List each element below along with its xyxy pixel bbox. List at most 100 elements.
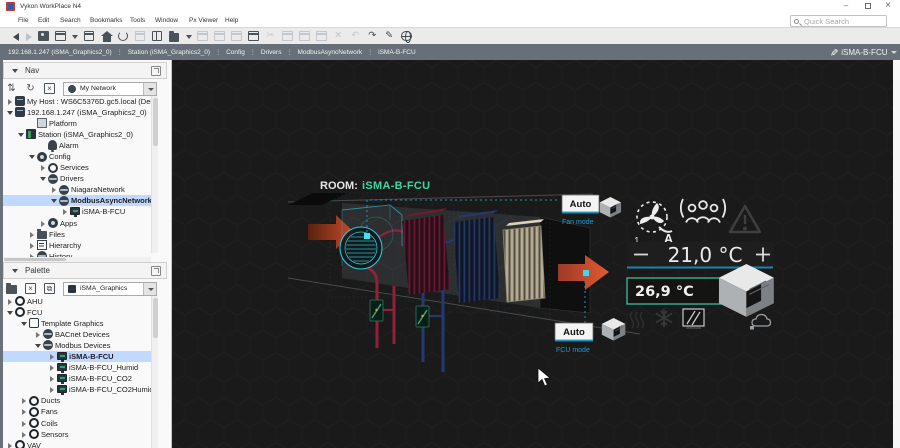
palette-item-isma-b-fcu-co2[interactable]: iSMA-B-FCU_CO2 bbox=[3, 373, 151, 384]
palette-close-icon[interactable]: × bbox=[25, 283, 36, 294]
palette-module-combo[interactable]: iSMA_Graphics bbox=[63, 282, 157, 296]
nav-refresh-icon[interactable]: ↻ bbox=[25, 83, 36, 94]
breadcrumb-station[interactable]: Station (iSMA_Graphics2_0) bbox=[128, 49, 210, 56]
open-folder-caret-icon[interactable] bbox=[186, 30, 191, 42]
web-launch-icon[interactable] bbox=[401, 31, 412, 42]
palette-collapse-icon[interactable] bbox=[12, 269, 18, 273]
palette-vscrollbar[interactable] bbox=[151, 296, 158, 448]
nav-item-drivers[interactable]: Drivers bbox=[3, 173, 151, 184]
nav-item-files[interactable]: Files bbox=[3, 229, 151, 240]
menu-px-viewer[interactable]: Px Viewer bbox=[189, 17, 218, 24]
breadcrumb-drivers[interactable]: Drivers bbox=[261, 49, 282, 56]
open-folder-icon[interactable] bbox=[169, 33, 180, 42]
side-bar-icon[interactable] bbox=[152, 31, 163, 42]
nav-item-hierarchy[interactable]: Hierarchy bbox=[3, 240, 151, 251]
breadcrumb-device[interactable]: iSMA-B-FCU bbox=[378, 49, 416, 56]
menu-window[interactable]: Window bbox=[155, 17, 178, 24]
nav-item-my-host-ws6c5376d-gc5-local-demofromappointm[interactable]: My Host : WS6C5376D.gc5.local (DemoFromA… bbox=[3, 96, 151, 107]
nav-item-config[interactable]: Config bbox=[3, 151, 151, 162]
tree-expand-icon[interactable] bbox=[29, 229, 37, 240]
tree-expand-icon[interactable] bbox=[21, 429, 29, 440]
tree-expand-icon[interactable] bbox=[18, 129, 26, 140]
palette-item-vav[interactable]: VAV bbox=[3, 440, 151, 448]
nav-item-platform[interactable]: Platform bbox=[3, 118, 151, 129]
palette-item-fans[interactable]: Fans bbox=[3, 406, 151, 417]
palette-item-isma-b-fcu[interactable]: iSMA-B-FCU bbox=[3, 351, 151, 362]
menu-file[interactable]: File bbox=[18, 17, 28, 24]
tree-expand-icon[interactable] bbox=[35, 329, 43, 340]
tree-expand-icon[interactable] bbox=[21, 395, 29, 406]
tree-expand-icon[interactable] bbox=[7, 440, 15, 448]
tree-expand-icon[interactable] bbox=[21, 418, 29, 429]
cooling-valve[interactable] bbox=[416, 306, 429, 327]
tree-expand-icon[interactable] bbox=[51, 184, 59, 195]
nav-item-alarm[interactable]: Alarm bbox=[3, 140, 151, 151]
palette-open-icon[interactable] bbox=[6, 285, 17, 294]
palette-item-bacnet-devices[interactable]: BACnet Devices bbox=[3, 329, 151, 340]
palette-item-sensors[interactable]: Sensors bbox=[3, 429, 151, 440]
redo-icon[interactable]: ↷ bbox=[367, 31, 378, 42]
tree-expand-icon[interactable] bbox=[49, 373, 57, 384]
tree-expand-icon[interactable] bbox=[29, 240, 37, 251]
nav-item-station-isma-graphics2-0-[interactable]: Station (iSMA_Graphics2_0) bbox=[3, 129, 151, 140]
discharge-handle[interactable] bbox=[583, 270, 589, 276]
tree-expand-icon[interactable] bbox=[7, 96, 15, 107]
palette-copy-icon[interactable]: ⧉ bbox=[44, 283, 55, 294]
palette-module-dropdown-icon[interactable] bbox=[143, 283, 156, 295]
nav-popout-icon[interactable] bbox=[151, 66, 161, 76]
tree-expand-icon[interactable] bbox=[21, 318, 29, 329]
back-icon[interactable] bbox=[13, 33, 19, 41]
search-input[interactable] bbox=[804, 16, 884, 26]
edit-view-icon[interactable]: ✎ bbox=[828, 48, 839, 56]
palette-popout-icon[interactable] bbox=[151, 266, 161, 276]
palette-item-ducts[interactable]: Ducts bbox=[3, 395, 151, 406]
fan-mode-button[interactable]: Auto bbox=[570, 199, 592, 210]
tree-expand-icon[interactable] bbox=[7, 296, 15, 307]
palette-item-isma-b-fcu-humid[interactable]: iSMA-B-FCU_Humid bbox=[3, 362, 151, 373]
quick-search-box[interactable] bbox=[790, 15, 887, 27]
nav-item-niagaranetwork[interactable]: NiagaraNetwork bbox=[3, 184, 151, 195]
breadcrumb-network[interactable]: ModbusAsyncNetwork bbox=[297, 49, 362, 56]
palette-item-ahu[interactable]: AHU bbox=[3, 296, 151, 307]
nav-vscrollbar[interactable] bbox=[151, 96, 158, 253]
new-view-icon[interactable] bbox=[84, 31, 95, 42]
nav-scope-combo[interactable]: My Network bbox=[63, 82, 157, 96]
nav-close-icon[interactable]: × bbox=[44, 83, 55, 94]
tree-expand-icon[interactable] bbox=[51, 195, 59, 206]
breadcrumb-host[interactable]: 192.168.1.247 (iSMA_Graphics2_0) bbox=[8, 49, 112, 56]
nav-scope-dropdown-icon[interactable] bbox=[143, 83, 156, 95]
palette-item-isma-b-fcu-co2humid[interactable]: iSMA-B-FCU_CO2Humid bbox=[3, 384, 151, 395]
palette-item-coils[interactable]: Coils bbox=[3, 418, 151, 429]
open-image-icon[interactable] bbox=[38, 31, 49, 42]
minimize-button[interactable]: – bbox=[838, 0, 854, 12]
tree-expand-icon[interactable] bbox=[7, 107, 15, 118]
forward-icon[interactable] bbox=[26, 33, 32, 41]
tree-expand-icon[interactable] bbox=[40, 173, 48, 184]
menu-help[interactable]: Help bbox=[225, 17, 238, 24]
tree-expand-icon[interactable] bbox=[40, 218, 48, 229]
tree-expand-icon[interactable] bbox=[62, 206, 70, 217]
palette-item-modbus-devices[interactable]: Modbus Devices bbox=[3, 340, 151, 351]
tree-expand-icon[interactable] bbox=[49, 362, 57, 373]
new-window-icon[interactable] bbox=[55, 31, 66, 42]
main-vscrollbar[interactable] bbox=[893, 60, 900, 448]
fan-handle[interactable] bbox=[364, 233, 370, 239]
nav-item-192-168-1-247-isma-graphics2-0-[interactable]: 192.168.1.247 (iSMA_Graphics2_0) bbox=[3, 107, 151, 118]
tree-expand-icon[interactable] bbox=[49, 384, 57, 395]
nav-item-modbusasyncnetwork[interactable]: ModbusAsyncNetwork bbox=[3, 195, 151, 206]
new-document-icon[interactable] bbox=[248, 31, 259, 42]
nav-item-apps[interactable]: Apps bbox=[3, 218, 151, 229]
tree-expand-icon[interactable] bbox=[21, 406, 29, 417]
fcu-mode-control[interactable]: Auto FCU mode bbox=[555, 323, 593, 354]
refresh-icon[interactable] bbox=[118, 31, 129, 42]
palette-item-fcu[interactable]: FCU bbox=[3, 307, 151, 318]
fan-mode-control[interactable]: Auto Fan mode bbox=[562, 195, 599, 226]
edit-icon[interactable]: ✎ bbox=[384, 31, 395, 42]
tree-expand-icon[interactable] bbox=[7, 307, 15, 318]
menu-bookmarks[interactable]: Bookmarks bbox=[90, 17, 123, 24]
nav-sort-icon[interactable]: ⇅ bbox=[6, 83, 17, 94]
fcu-mode-button[interactable]: Auto bbox=[563, 327, 585, 338]
nav-item-isma-b-fcu[interactable]: iSMA-B-FCU bbox=[3, 206, 151, 217]
current-view-label[interactable]: iSMA-B-FCU bbox=[841, 48, 887, 57]
tree-expand-icon[interactable] bbox=[40, 162, 48, 173]
